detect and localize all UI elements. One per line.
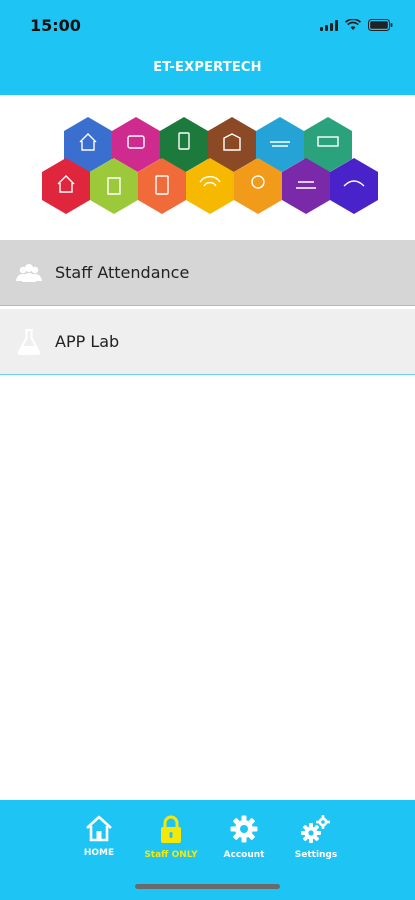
- menu-item-app-lab[interactable]: APP Lab: [0, 309, 415, 375]
- page-title: ET-EXPERTECH: [153, 60, 262, 75]
- tab-settings[interactable]: Settings: [271, 814, 361, 860]
- status-time: 15:00: [30, 16, 81, 35]
- hexagon-services-banner: [42, 117, 378, 214]
- tab-label: Settings: [294, 850, 338, 860]
- gears-icon: [301, 815, 330, 843]
- header-bar: 15:00 ET-EXPERTECH: [0, 0, 415, 95]
- menu-item-label: Staff Attendance: [55, 263, 190, 282]
- flask-icon: [17, 329, 41, 355]
- lock-icon: [161, 815, 181, 843]
- cellular-signal-icon: [320, 20, 338, 31]
- status-icons: [320, 19, 393, 31]
- home-indicator[interactable]: [135, 884, 280, 889]
- menu-item-label: APP Lab: [55, 332, 120, 351]
- staff-group-icon: [16, 264, 42, 282]
- wifi-icon: [345, 19, 361, 30]
- battery-icon: [368, 19, 393, 31]
- home-icon: [86, 815, 112, 842]
- menu-item-staff-attendance[interactable]: Staff Attendance: [0, 240, 415, 306]
- gear-icon: [230, 815, 258, 843]
